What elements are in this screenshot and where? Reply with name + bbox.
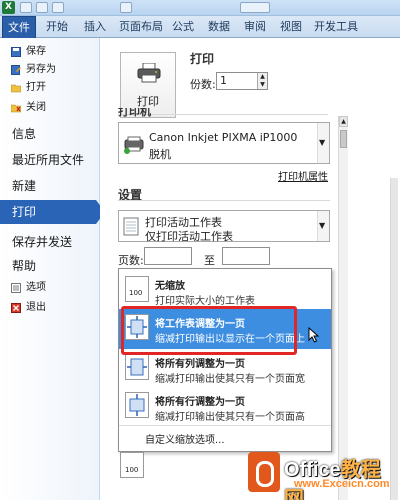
custom-scaling-option[interactable]: 自定义缩放选项... (145, 431, 225, 446)
tab-file[interactable]: 文件 (2, 16, 36, 38)
fit-columns-icon (125, 354, 149, 380)
nav-label: 退出 (26, 302, 46, 313)
option-title: 无缩放 (155, 281, 185, 292)
tab-developer[interactable]: 开发工具 (310, 16, 362, 38)
nav-label: 打开 (26, 82, 46, 93)
exit-icon (11, 303, 21, 313)
option-desc: 打印实际大小的工作表 (155, 296, 255, 307)
watermark-url: www.Exceicn.com (294, 478, 390, 490)
close-file-icon (11, 104, 21, 113)
printer-icon (137, 63, 161, 83)
scaling-option-fit-rows[interactable]: 将所有行调整为一页 缩减打印输出使其只有一个页面高 (119, 387, 331, 427)
row-arrows-icon (129, 394, 145, 416)
mouse-cursor-icon (308, 327, 320, 343)
tab-insert[interactable]: 插入 (80, 16, 110, 38)
nav-info[interactable]: 信息 (0, 122, 100, 146)
nav-options[interactable]: 选项 (0, 278, 100, 298)
save-as-icon (11, 65, 21, 75)
divider (119, 425, 331, 426)
printer-properties-link[interactable]: 打印机属性 (278, 168, 328, 183)
preview-scrollbar[interactable] (390, 178, 398, 500)
qat-undo-icon[interactable] (36, 2, 48, 13)
scaling-option-none[interactable]: 100 无缩放 打印实际大小的工作表 (119, 271, 331, 311)
chevron-down-icon[interactable]: ▼ (317, 211, 329, 241)
option-desc: 缩减打印输出使其只有一个页面高 (155, 412, 305, 423)
copies-spinner[interactable]: ▲ ▼ (257, 73, 267, 89)
save-icon (11, 47, 21, 57)
printer-select[interactable]: Canon Inkjet PIXMA iP1000 脱机 ▼ (118, 122, 330, 164)
qat-save-icon[interactable] (20, 2, 32, 13)
ribbon-tabs: 文件 开始 插入 页面布局 公式 数据 审阅 视图 开发工具 (0, 16, 400, 38)
print-button-label: 打印 (137, 95, 159, 108)
option-title: 将所有列调整为一页 (155, 359, 245, 370)
print-what-desc: 仅打印活动工作表 (145, 230, 233, 243)
options-icon (11, 283, 21, 293)
pages-to-input[interactable] (222, 247, 270, 265)
printer-device-icon (124, 136, 144, 154)
printer-name: Canon Inkjet PIXMA iP1000 (149, 131, 298, 144)
printer-section-title: 打印机 (118, 108, 151, 118)
nav-recent[interactable]: 最近所用文件 (0, 148, 100, 172)
pages-label: 页数: (118, 254, 144, 267)
scaling-option-fit-columns[interactable]: 将所有列调整为一页 缩减打印输出使其只有一个页面宽 (119, 349, 331, 389)
tab-formulas[interactable]: 公式 (168, 16, 198, 38)
backstage-nav: 保存 另存为 打开 关闭 信息 最近所用文件 新建 打印 保存并发送 帮助 选项… (0, 38, 105, 500)
pages-to-label: 至 (204, 254, 215, 267)
scaling-thumb-icon[interactable]: 100 (120, 452, 144, 478)
qat-dropdown-icon[interactable] (120, 2, 132, 13)
divider (118, 200, 330, 201)
tab-home[interactable]: 开始 (42, 16, 72, 38)
scroll-thumb[interactable] (340, 130, 347, 148)
tab-data[interactable]: 数据 (204, 16, 234, 38)
nav-save-send[interactable]: 保存并发送 (0, 230, 100, 254)
nav-label: 另存为 (26, 64, 56, 75)
nav-help[interactable]: 帮助 (0, 254, 100, 278)
qat-redo-icon[interactable] (52, 2, 64, 13)
column-arrows-icon (127, 358, 147, 376)
qat-customize-icon[interactable] (240, 2, 270, 13)
copies-label: 份数: (190, 78, 216, 91)
scroll-up-icon[interactable]: ▲ (339, 116, 348, 127)
quick-access-toolbar: X (0, 0, 400, 16)
office-logo-icon (248, 452, 280, 492)
highlight-annotation (121, 306, 297, 355)
nav-exit[interactable]: 退出 (0, 298, 100, 318)
copies-value: 1 (220, 74, 227, 87)
copies-input[interactable]: 1 ▲ ▼ (216, 72, 268, 90)
nav-close[interactable]: 关闭 (0, 98, 100, 118)
tab-review[interactable]: 审阅 (240, 16, 270, 38)
fit-rows-icon (125, 392, 149, 418)
nav-save-as[interactable]: 另存为 (0, 60, 100, 80)
sheet-icon (123, 217, 139, 236)
printer-status: 脱机 (149, 148, 171, 161)
tab-view[interactable]: 视图 (276, 16, 306, 38)
nav-label: 保存 (26, 46, 46, 57)
nav-new[interactable]: 新建 (0, 174, 100, 198)
option-title: 将所有行调整为一页 (155, 397, 245, 408)
nav-print[interactable]: 打印 (0, 200, 105, 224)
scale-label: 100 (129, 289, 143, 297)
print-section-title: 打印 (190, 52, 215, 66)
scale-label: 100 (125, 466, 139, 474)
nav-label: 选项 (26, 282, 46, 293)
pages-from-input[interactable] (144, 247, 192, 265)
tab-page-layout[interactable]: 页面布局 (116, 16, 166, 38)
chevron-down-icon[interactable]: ▼ (317, 123, 329, 163)
print-what-select[interactable]: 打印活动工作表 仅打印活动工作表 ▼ (118, 210, 330, 243)
open-folder-icon (11, 84, 21, 93)
nav-open[interactable]: 打开 (0, 78, 100, 98)
excel-app-icon: X (2, 1, 15, 14)
nav-save[interactable]: 保存 (0, 42, 100, 62)
nav-label: 关闭 (26, 102, 46, 113)
scaling-dropdown: 100 无缩放 打印实际大小的工作表 将工作表调整为一页 缩减打印输出以显示在一… (118, 268, 332, 452)
option-desc: 缩减打印输出使其只有一个页面宽 (155, 374, 305, 385)
watermark-title: Office教程网 (284, 453, 400, 500)
panel-scrollbar[interactable]: ▲ (338, 116, 348, 500)
no-scaling-icon: 100 (125, 276, 149, 302)
